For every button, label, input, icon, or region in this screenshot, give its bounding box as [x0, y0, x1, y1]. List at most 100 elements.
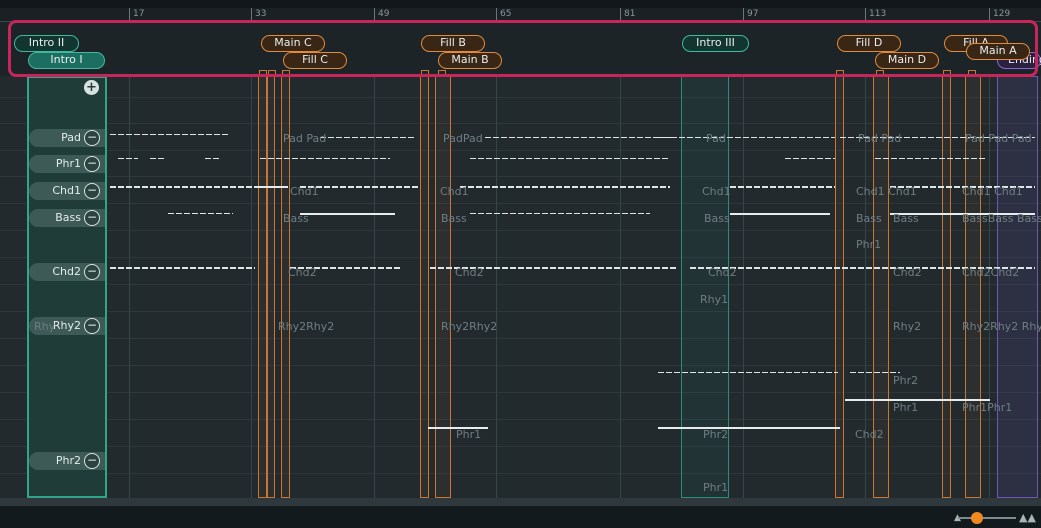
- remove-track-button[interactable]: −: [84, 183, 100, 199]
- ghost-label: Phr2: [703, 428, 729, 441]
- section-fill-b[interactable]: Fill B: [421, 35, 485, 52]
- section-marker: [968, 70, 976, 76]
- ghost-label: Rhy2Rhy2: [278, 320, 335, 333]
- ghost-label: Phr1: [893, 401, 919, 414]
- note-segment: [258, 186, 288, 188]
- section-marker: [836, 70, 844, 76]
- section-fill-c[interactable]: Fill C: [283, 52, 347, 69]
- add-track-button[interactable]: +: [84, 80, 99, 95]
- bar-number: 17: [129, 8, 144, 22]
- bar-number: 129: [989, 8, 1010, 22]
- section-fill-d[interactable]: Fill D: [837, 35, 901, 52]
- ghost-label: Chd2: [455, 266, 484, 279]
- bar-gridline: [620, 76, 621, 498]
- zoom-slider[interactable]: [958, 517, 1016, 519]
- bar-number: 113: [865, 8, 886, 22]
- ghost-label: Bass: [441, 212, 467, 225]
- remove-track-button[interactable]: −: [84, 318, 100, 334]
- main-c-strip-end[interactable]: [267, 76, 275, 498]
- note-segment: [785, 158, 835, 159]
- ghost-label: Pad: [706, 132, 726, 145]
- note-segment: [110, 186, 260, 188]
- bar-gridline: [251, 76, 252, 498]
- bar-number: 97: [743, 8, 758, 22]
- ghost-label: Rhy2: [893, 320, 922, 333]
- section-marker: [438, 70, 446, 76]
- ghost-label: Bass: [704, 212, 730, 225]
- note-segment: [470, 158, 670, 159]
- note-segment: [168, 213, 233, 214]
- ghost-label: Phr1Phr1: [962, 401, 1013, 414]
- ghost-label: Chd2Chd2: [962, 266, 1020, 279]
- ghost-label: Rhy2Rhy2 Rhy2: [962, 320, 1041, 333]
- section-intro-iii[interactable]: Intro III: [682, 35, 749, 52]
- footer-bar: [0, 506, 1041, 528]
- bar-number: 33: [251, 8, 266, 22]
- bar-number: 81: [620, 8, 635, 22]
- note-segment: [730, 213, 830, 215]
- section-main-b[interactable]: Main B: [438, 52, 502, 69]
- section-marker: [282, 70, 290, 76]
- ghost-label: Chd1: [702, 185, 731, 198]
- note-segment: [655, 137, 835, 138]
- ghost-label: Bass: [856, 212, 882, 225]
- ghost-label: Chd1 Chd1: [856, 185, 917, 198]
- fill-d-strip[interactable]: [835, 76, 844, 498]
- ghost-label: Chd2: [708, 266, 737, 279]
- note-segment: [485, 137, 675, 138]
- ghost-label: Pad Pad Pad: [965, 132, 1032, 145]
- ghost-label: Phr1: [456, 428, 482, 441]
- mountain-large-icon: ▲▲: [1019, 511, 1036, 524]
- bar-gridline: [129, 76, 130, 498]
- note-segment: [658, 427, 840, 429]
- bar-number: 49: [374, 8, 389, 22]
- remove-track-button[interactable]: −: [84, 453, 100, 469]
- section-marker: [268, 70, 276, 76]
- note-segment: [150, 158, 165, 159]
- ghost-label: Bass: [893, 212, 919, 225]
- note-segment: [875, 158, 985, 159]
- note-segment: [320, 137, 415, 138]
- fill-b-strip[interactable]: [420, 76, 429, 498]
- bar-gridline: [374, 76, 375, 498]
- section-main-c[interactable]: Main C: [261, 35, 325, 52]
- ghost-label: Rhy2Rhy2: [441, 320, 498, 333]
- ghost-label: Chd2: [855, 428, 884, 441]
- remove-track-button[interactable]: −: [84, 156, 100, 172]
- note-segment: [300, 213, 395, 215]
- bar-ruler[interactable]: 17 33 49 65 81 97 113 129: [0, 8, 1041, 22]
- bar-number: 65: [496, 8, 511, 22]
- section-marker: [943, 70, 951, 76]
- bar-gridline: [496, 76, 497, 498]
- section-marker: [259, 70, 267, 76]
- note-segment: [470, 213, 650, 214]
- note-segment: [658, 372, 838, 373]
- ghost-label: Chd1: [290, 185, 319, 198]
- main-c-strip[interactable]: [258, 76, 267, 498]
- note-segment: [118, 158, 138, 159]
- remove-track-button[interactable]: −: [84, 210, 100, 226]
- note-segment: [110, 134, 228, 135]
- ghost-label: BassBass Bass: [962, 212, 1041, 225]
- section-main-d[interactable]: Main D: [875, 52, 939, 69]
- ghost-label: Rhy1: [700, 293, 729, 306]
- note-segment: [850, 372, 900, 373]
- ghost-label: Pad Pad: [283, 132, 327, 145]
- ghost-label: Chd1: [440, 185, 469, 198]
- zoom-slider-knob[interactable]: [971, 512, 983, 524]
- section-intro-i[interactable]: Intro I: [28, 52, 105, 69]
- ghost-label: Bass: [283, 212, 309, 225]
- section-intro-ii[interactable]: Intro II: [14, 35, 79, 52]
- horizontal-scrollbar[interactable]: [0, 498, 1041, 506]
- ghost-label: Phr1: [856, 238, 882, 251]
- section-main-a[interactable]: Main A: [966, 43, 1030, 60]
- remove-track-button[interactable]: −: [84, 264, 100, 280]
- remove-track-button[interactable]: −: [84, 130, 100, 146]
- note-segment: [110, 267, 255, 269]
- note-segment: [730, 186, 835, 188]
- section-marker: [421, 70, 429, 76]
- note-segment: [260, 158, 390, 159]
- ghost-label: Phr2: [893, 374, 919, 387]
- ghost-label: Chd2: [893, 266, 922, 279]
- fill-a-strip[interactable]: [942, 76, 951, 498]
